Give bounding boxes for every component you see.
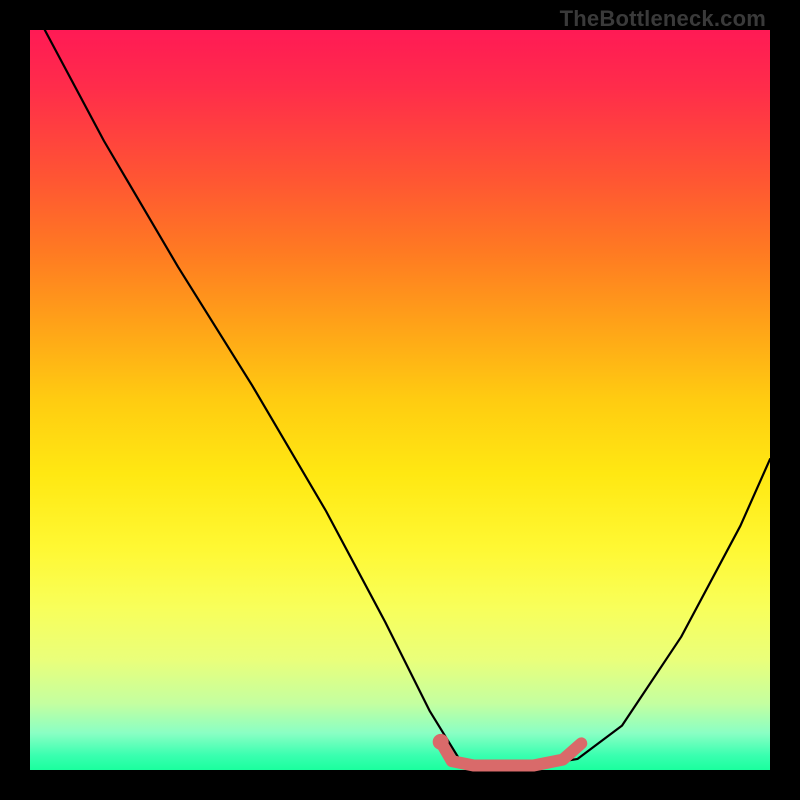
watermark-text: TheBottleneck.com [560, 6, 766, 32]
chart-overlay [30, 30, 770, 770]
optimal-point-dot [433, 734, 449, 750]
optimal-range-line [441, 742, 582, 766]
bottleneck-curve [45, 30, 770, 766]
